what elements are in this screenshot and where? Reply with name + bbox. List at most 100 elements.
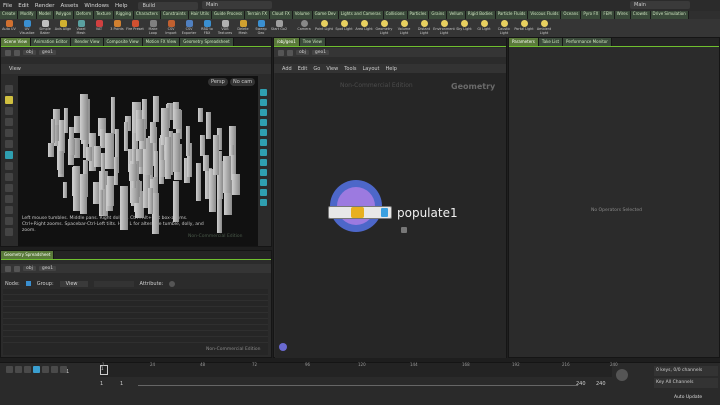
pane-tab[interactable]: Render View <box>71 38 104 46</box>
shelf-tool[interactable]: Sweep Geo <box>252 19 270 37</box>
group-field[interactable] <box>93 280 134 287</box>
jump-start-button[interactable] <box>6 366 13 373</box>
pane-tab[interactable]: Motion FX View <box>142 38 181 46</box>
light-tool[interactable]: Portal Light <box>514 19 534 37</box>
display-option-icon[interactable] <box>260 99 267 106</box>
forward-icon[interactable] <box>14 49 20 56</box>
timeline-scrubber[interactable] <box>100 363 612 377</box>
back-icon[interactable] <box>5 49 11 56</box>
forward-icon[interactable] <box>287 49 293 56</box>
shelf-tool[interactable]: Axis Align <box>54 19 72 37</box>
pane-tab[interactable]: Geometry Spreadsheet <box>180 38 234 46</box>
viewport-tool-icon[interactable] <box>5 217 13 225</box>
menu-assets[interactable]: Assets <box>57 3 81 9</box>
light-tool[interactable]: Ambient Light <box>534 19 554 37</box>
display-option-icon[interactable] <box>260 199 267 206</box>
shelf-tool[interactable]: 3 Points <box>108 19 126 37</box>
shelf-tool[interactable]: Make Loop <box>144 19 162 37</box>
shelf-tab[interactable]: Texture <box>94 11 114 19</box>
viewport-tool-icon[interactable] <box>5 85 13 93</box>
light-tool[interactable]: Spot Light <box>334 19 354 37</box>
pane-tab[interactable]: Take List <box>538 38 564 46</box>
menu-file[interactable]: File <box>0 3 15 9</box>
path-obj[interactable]: obj <box>23 50 36 55</box>
network-menu-item[interactable]: Go <box>313 66 320 72</box>
shelf-tab[interactable]: Viscous Fluids <box>528 11 562 19</box>
path-obj[interactable]: obj <box>23 266 36 271</box>
shelf-tool[interactable]: VDB Textures <box>216 19 234 37</box>
shelf-tab[interactable]: Constraints <box>160 11 189 19</box>
display-option-icon[interactable] <box>260 119 267 126</box>
workspace-right[interactable]: Main <box>630 1 690 9</box>
light-tool[interactable]: Sky Light <box>454 19 474 37</box>
key-all-channels-button[interactable]: Key All Channels <box>654 378 718 388</box>
shelf-tab[interactable]: Game Dev <box>312 11 339 19</box>
viewport-tool-icon[interactable] <box>5 140 13 148</box>
light-tool[interactable]: Camera <box>294 19 314 37</box>
shelf-tool[interactable]: Simple Baker <box>36 19 54 37</box>
pane-tab[interactable]: Scene View <box>1 38 31 46</box>
pane-tab[interactable]: Performance Monitor <box>563 38 612 46</box>
shelf-tab[interactable]: Cloud FX <box>270 11 293 19</box>
pane-tab[interactable]: Animation Editor <box>30 38 72 46</box>
display-option-icon[interactable] <box>260 189 267 196</box>
shelf-tab[interactable]: Rigid Bodies <box>465 11 496 19</box>
menu-help[interactable]: Help <box>112 3 131 9</box>
desktop-selector[interactable]: Build <box>138 1 199 10</box>
shelf-tab[interactable]: Collisions <box>383 11 408 19</box>
menu-windows[interactable]: Windows <box>81 3 112 9</box>
display-option-icon[interactable] <box>260 149 267 156</box>
shelf-tool[interactable]: RBD to FBX <box>198 19 216 37</box>
jump-end-button[interactable] <box>60 366 67 373</box>
pane-tab[interactable]: Composite View <box>103 38 143 46</box>
shelf-tab[interactable]: Particles <box>407 11 430 19</box>
shelf-tab[interactable]: Pyro FX <box>581 11 602 19</box>
network-menu-item[interactable]: View <box>326 66 338 72</box>
viewport-tool-icon[interactable] <box>5 206 13 214</box>
back-icon[interactable] <box>278 49 284 56</box>
display-option-icon[interactable] <box>260 179 267 186</box>
forward-icon[interactable] <box>14 265 20 272</box>
auto-update-toggle[interactable]: Auto Update <box>674 395 702 400</box>
play-button[interactable] <box>42 366 49 373</box>
display-option-icon[interactable] <box>260 89 267 96</box>
shelf-tab[interactable]: FEM <box>601 11 615 19</box>
workspace-left[interactable]: Main <box>202 1 272 9</box>
step-forward-button[interactable] <box>51 366 58 373</box>
viewport-tool-icon[interactable] <box>5 151 13 159</box>
shelf-tab[interactable]: Create <box>0 11 19 19</box>
node-name-label[interactable]: populate1 <box>397 206 458 220</box>
shelf-tool[interactable]: UV Visualize <box>18 19 36 37</box>
shelf-tab[interactable]: Drive Simulation <box>650 11 689 19</box>
range-slider[interactable] <box>138 385 578 386</box>
menu-edit[interactable]: Edit <box>15 3 32 9</box>
viewport-tool-icon[interactable] <box>5 184 13 192</box>
pane-tab[interactable]: Tree View <box>299 38 326 46</box>
shelf-tab[interactable]: Grains <box>429 11 448 19</box>
light-tool[interactable]: Volume Light <box>394 19 414 37</box>
shelf-tab[interactable]: Vellum <box>447 11 466 19</box>
path-obj[interactable]: obj <box>296 50 309 55</box>
points-icon[interactable] <box>25 281 31 286</box>
viewport-tool-icon[interactable] <box>5 107 13 115</box>
light-tool[interactable]: Environment Light <box>433 19 455 37</box>
stop-button[interactable] <box>33 366 40 373</box>
display-option-icon[interactable] <box>260 169 267 176</box>
pane-tab[interactable]: Parameters <box>509 38 539 46</box>
shelf-tab[interactable]: Volume <box>292 11 313 19</box>
shelf-tab[interactable]: Rigging <box>113 11 134 19</box>
light-tool[interactable]: Distant Light <box>414 19 434 37</box>
pane-tab[interactable]: /obj/geo1 <box>274 38 300 46</box>
viewport-tool-icon[interactable] <box>5 96 13 104</box>
shelf-tab[interactable]: Deform <box>74 11 95 19</box>
light-tool[interactable]: Caustic Light <box>494 19 514 37</box>
audio-icon[interactable] <box>616 369 628 381</box>
shelf-tab[interactable]: Crowds <box>630 11 651 19</box>
3d-viewport[interactable]: Persp No cam Left mouse tumbles. Middle … <box>18 76 258 246</box>
menu-render[interactable]: Render <box>32 3 58 9</box>
end-frame-field-2[interactable]: 240 <box>596 381 606 387</box>
shelf-tool[interactable]: Fire Preset <box>126 19 144 37</box>
play-reverse-button[interactable] <box>24 366 31 373</box>
shelf-tab[interactable]: Characters <box>133 11 161 19</box>
light-tool[interactable]: Point Light <box>314 19 334 37</box>
